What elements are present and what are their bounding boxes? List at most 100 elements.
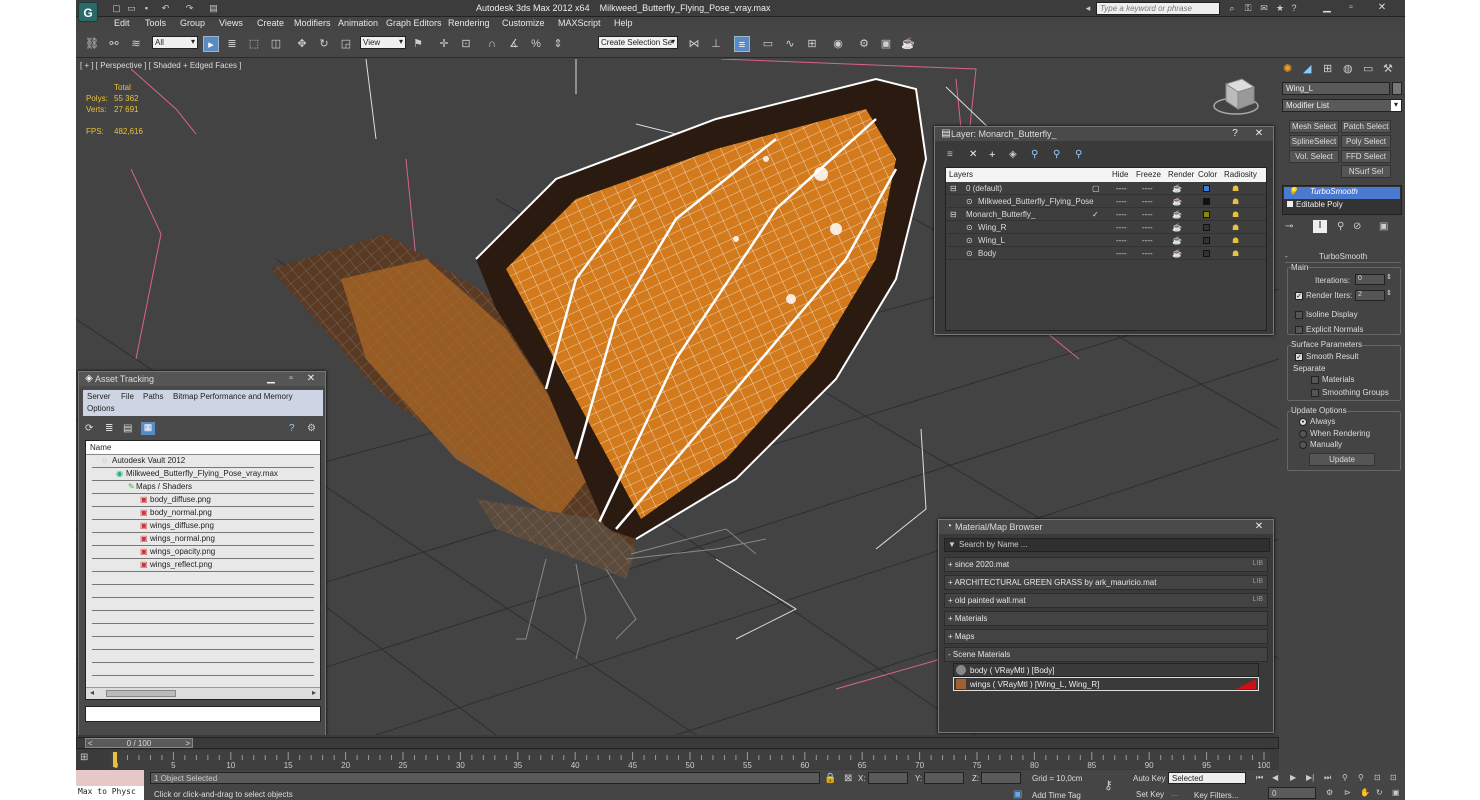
selection-filter-dropdown[interactable]: All [152,36,198,49]
horizontal-scrollbar[interactable]: ◂ ▸ [86,687,320,699]
menu-bitmap[interactable]: Bitmap Performance and Memory [173,392,293,401]
settings-icon[interactable]: ⚙ [307,423,316,434]
layer-row[interactable]: ⊙ Body ---- ---- ☕ ☗ [946,247,1266,260]
modify-tab-icon[interactable]: ◢ [1303,62,1311,75]
hide-all-icon[interactable]: ⚲ [1053,149,1060,160]
current-frame-field[interactable]: 0 [1268,787,1316,799]
close-icon[interactable]: ✕ [1251,520,1267,534]
search-arrow-icon[interactable]: ◂ [1082,3,1094,14]
rollout-toggle-icon[interactable]: - [1285,252,1288,261]
menu-server[interactable]: Server [87,392,111,401]
help-icon[interactable]: ? [289,423,295,434]
maxscript-listener[interactable]: Max to Physc [76,786,144,800]
mirror-icon[interactable]: ⋈ [686,36,702,52]
layer-manager-icon[interactable]: ≡ [734,36,750,52]
select-manipulate-icon[interactable]: ✛ [436,36,452,52]
list-view-icon[interactable]: ≣ [105,423,113,434]
when-rendering-radio[interactable] [1299,430,1307,438]
create-tab-icon[interactable]: ✺ [1283,62,1292,75]
spinner-arrows-icon[interactable]: ⇕ [1386,289,1392,297]
delete-layer-icon[interactable]: ✕ [969,149,977,160]
open-file-icon[interactable]: ▭ [126,3,137,13]
layer-color-swatch[interactable] [1203,185,1210,192]
iterations-spinner[interactable]: 0 [1355,274,1385,285]
material-editor-icon[interactable]: ◉ [830,36,846,52]
menu-edit[interactable]: Edit [114,18,130,28]
menu-create[interactable]: Create [257,18,284,28]
hide-toggle[interactable]: ---- [1116,197,1127,206]
set-key-icon[interactable]: ⚊ [1170,788,1179,799]
spline-select-button[interactable]: SplineSelect [1289,135,1339,148]
active-check-icon[interactable]: ✓ [1092,210,1099,219]
perspective-viewport[interactable]: [ + ] [ Perspective ] [ Shaded + Edged F… [76,59,1279,735]
layer-row[interactable]: ⊟ 0 (default) ▢ ---- ---- ☕ ☗ [946,182,1266,195]
smoothing-groups-checkbox[interactable] [1311,389,1319,397]
motion-tab-icon[interactable]: ◍ [1343,62,1353,75]
scroll-right-icon[interactable]: ▸ [312,688,316,697]
hierarchy-tab-icon[interactable]: ⊞ [1323,62,1332,75]
ref-coord-dropdown[interactable]: View [360,36,406,49]
library-row[interactable]: + Maps [944,629,1268,644]
isoline-checkbox[interactable] [1295,311,1303,319]
turbosmooth-rollout-header[interactable]: - TurboSmooth [1285,252,1401,263]
menu-animation[interactable]: Animation [338,18,378,28]
zoom-icon[interactable]: ⚲ [1342,773,1348,782]
viewport-label[interactable]: [ + ] [ Perspective ] [ Shaded + Edged F… [80,61,241,70]
key-selection-dropdown[interactable]: Selected [1168,772,1246,784]
list-item[interactable]: ▣ wings_reflect.png [92,559,314,572]
menu-group[interactable]: Group [180,18,205,28]
menu-modifiers[interactable]: Modifiers [294,18,331,28]
time-slider-track[interactable]: < 0 / 100 > [76,737,1279,749]
update-button[interactable]: Update [1309,453,1375,466]
named-selection-dropdown[interactable]: Create Selection Se [598,36,678,49]
expand-icon[interactable]: ⊟ [950,184,957,193]
new-layer-icon[interactable]: ≡ [947,149,953,160]
col-layers[interactable]: Layers [949,170,973,179]
freeze-toggle[interactable]: ---- [1142,210,1153,219]
menu-paths[interactable]: Paths [143,392,163,401]
active-layer-icon[interactable]: ▢ [1092,184,1100,193]
vol-select-button[interactable]: Vol. Select [1289,150,1339,163]
configure-sets-icon[interactable]: ▣ [1379,221,1388,232]
spinner-arrows-icon[interactable]: ⇕ [1386,273,1392,281]
col-freeze[interactable]: Freeze [1136,170,1161,179]
radiosity-icon[interactable]: ☗ [1232,223,1239,232]
layer-row[interactable]: ⊙ Wing_R ---- ---- ☕ ☗ [946,221,1266,234]
search-icon[interactable]: ⌕ [1226,3,1238,14]
ffd-select-button[interactable]: FFD Select [1341,150,1391,163]
fov-icon[interactable]: ⊳ [1344,788,1351,797]
keyword-search-input[interactable]: Type a keyword or phrase [1096,2,1220,15]
maxscript-listener-pink[interactable] [76,770,144,786]
render-teapot-icon[interactable]: ☕ [1172,249,1182,258]
library-row[interactable]: + Materials [944,611,1268,626]
freeze-all-icon[interactable]: ⚲ [1075,149,1082,160]
orbit-icon[interactable]: ↻ [1376,788,1383,797]
render-teapot-icon[interactable]: ☕ [1172,236,1182,245]
hide-toggle[interactable]: ---- [1116,249,1127,258]
layer-color-swatch[interactable] [1203,250,1210,257]
library-row[interactable]: + since 2020.mat LIB [944,557,1268,572]
maximize-viewport-icon[interactable]: ▣ [1392,788,1400,797]
library-row[interactable]: - Scene Materials [944,647,1268,662]
col-radiosity[interactable]: Radiosity [1224,170,1257,179]
scroll-left-icon[interactable]: ◂ [90,688,94,697]
z-coord-field[interactable] [981,772,1021,784]
highlight-layer-icon[interactable]: ⚲ [1031,149,1038,160]
show-end-result-icon[interactable]: I [1313,220,1327,233]
smooth-result-checkbox[interactable]: ✓ [1295,353,1303,361]
list-item[interactable]: ▣ body_normal.png [92,507,314,520]
spinner-snap-icon[interactable]: ⇕ [550,36,566,52]
pin-stack-icon[interactable]: ⊸ [1285,221,1293,232]
nsurf-sel-button[interactable]: NSurf Sel [1341,165,1391,178]
list-item[interactable]: ▣ wings_diffuse.png [92,520,314,533]
keyboard-shortcut-icon[interactable]: ⊡ [458,36,474,52]
minimize-icon[interactable]: ▁ [1316,1,1338,15]
col-render[interactable]: Render [1168,170,1194,179]
render-teapot-icon[interactable]: ☕ [1172,197,1182,206]
utilities-tab-icon[interactable]: ⚒ [1383,62,1393,75]
radiosity-icon[interactable]: ☗ [1232,236,1239,245]
col-name[interactable]: Name [90,443,111,452]
go-to-start-icon[interactable]: ⏮ [1256,773,1263,783]
scroll-thumb[interactable] [106,690,176,697]
freeze-toggle[interactable]: ---- [1142,223,1153,232]
